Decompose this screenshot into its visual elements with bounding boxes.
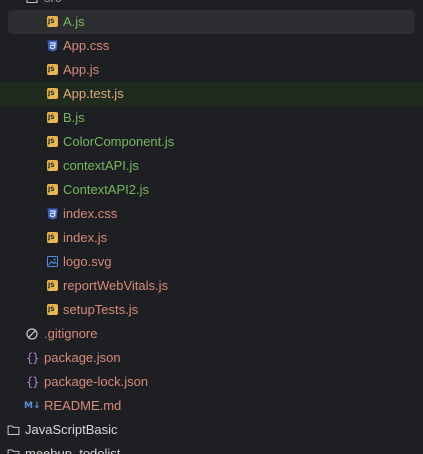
- markdown-icon: M↓: [24, 401, 41, 411]
- folder-src-label: src: [44, 0, 61, 10]
- file-row-setuptests-js[interactable]: JS setupTests.js: [0, 298, 423, 322]
- file-label: contextAPI.js: [63, 158, 139, 173]
- json-braces-icon: {}: [26, 351, 39, 365]
- js-test-icon: JS: [47, 88, 58, 99]
- file-label: App.css: [63, 38, 110, 53]
- file-row-package-lock-json[interactable]: {} package-lock.json: [0, 370, 423, 394]
- js-icon: JS: [47, 64, 58, 75]
- js-icon: JS: [47, 232, 58, 243]
- folder-open-icon: [26, 0, 38, 3]
- file-label: setupTests.js: [63, 302, 139, 317]
- file-label: A.js: [63, 14, 85, 29]
- js-icon: JS: [47, 184, 58, 195]
- folder-label: meebup_todolist: [25, 446, 121, 454]
- svg-image-icon: [47, 256, 58, 267]
- file-label: B.js: [63, 110, 85, 125]
- file-label: reportWebVitals.js: [63, 278, 169, 293]
- file-label: index.js: [63, 230, 108, 245]
- file-label: App.js: [63, 62, 100, 77]
- folder-meebup-todolist[interactable]: meebup_todolist: [0, 442, 423, 454]
- file-label: package-lock.json: [44, 374, 149, 389]
- file-row-gitignore[interactable]: .gitignore: [0, 322, 423, 346]
- file-row-b-js[interactable]: JS B.js: [0, 106, 423, 130]
- file-row-package-json[interactable]: {} package.json: [0, 346, 423, 370]
- file-label: package.json: [44, 350, 121, 365]
- js-icon: JS: [47, 160, 58, 171]
- file-row-app-css[interactable]: App.css: [0, 34, 423, 58]
- file-label: logo.svg: [63, 254, 112, 269]
- file-label: README.md: [44, 398, 122, 413]
- file-row-app-js[interactable]: JS App.js: [0, 58, 423, 82]
- folder-label: JavaScriptBasic: [25, 422, 118, 437]
- file-row-readme-md[interactable]: M↓ README.md: [0, 394, 423, 418]
- folder-icon: [7, 425, 20, 435]
- file-row-contextapi2-js[interactable]: JS ContextAPI2.js: [0, 178, 423, 202]
- file-label: .gitignore: [44, 326, 98, 341]
- file-row-app-test-js[interactable]: JS App.test.js: [0, 82, 423, 106]
- js-icon: JS: [47, 304, 58, 315]
- folder-javascriptbasic[interactable]: JavaScriptBasic: [0, 418, 423, 442]
- js-icon: JS: [47, 16, 58, 27]
- js-icon: JS: [47, 112, 58, 123]
- css-icon: [47, 40, 58, 52]
- folder-icon: [7, 449, 20, 454]
- file-row-contextapi-js[interactable]: JS contextAPI.js: [0, 154, 423, 178]
- json-braces-icon: {}: [26, 375, 39, 389]
- js-icon: JS: [47, 280, 58, 291]
- file-label: index.css: [63, 206, 118, 221]
- file-explorer: src JS A.js App.css JS App.js JS App.tes…: [0, 0, 423, 454]
- file-label: ColorComponent.js: [63, 134, 175, 149]
- file-row-reportwebvitals-js[interactable]: JS reportWebVitals.js: [0, 274, 423, 298]
- file-label: App.test.js: [63, 86, 124, 101]
- gitignore-icon: [26, 328, 38, 340]
- file-row-colorcomponent-js[interactable]: JS ColorComponent.js: [0, 130, 423, 154]
- folder-src[interactable]: src: [0, 0, 423, 10]
- file-row-index-css[interactable]: index.css: [0, 202, 423, 226]
- file-row-logo-svg[interactable]: logo.svg: [0, 250, 423, 274]
- js-icon: JS: [47, 136, 58, 147]
- file-row-index-js[interactable]: JS index.js: [0, 226, 423, 250]
- file-row-a-js[interactable]: JS A.js: [0, 10, 423, 34]
- file-label: ContextAPI2.js: [63, 182, 149, 197]
- css-icon: [47, 208, 58, 220]
